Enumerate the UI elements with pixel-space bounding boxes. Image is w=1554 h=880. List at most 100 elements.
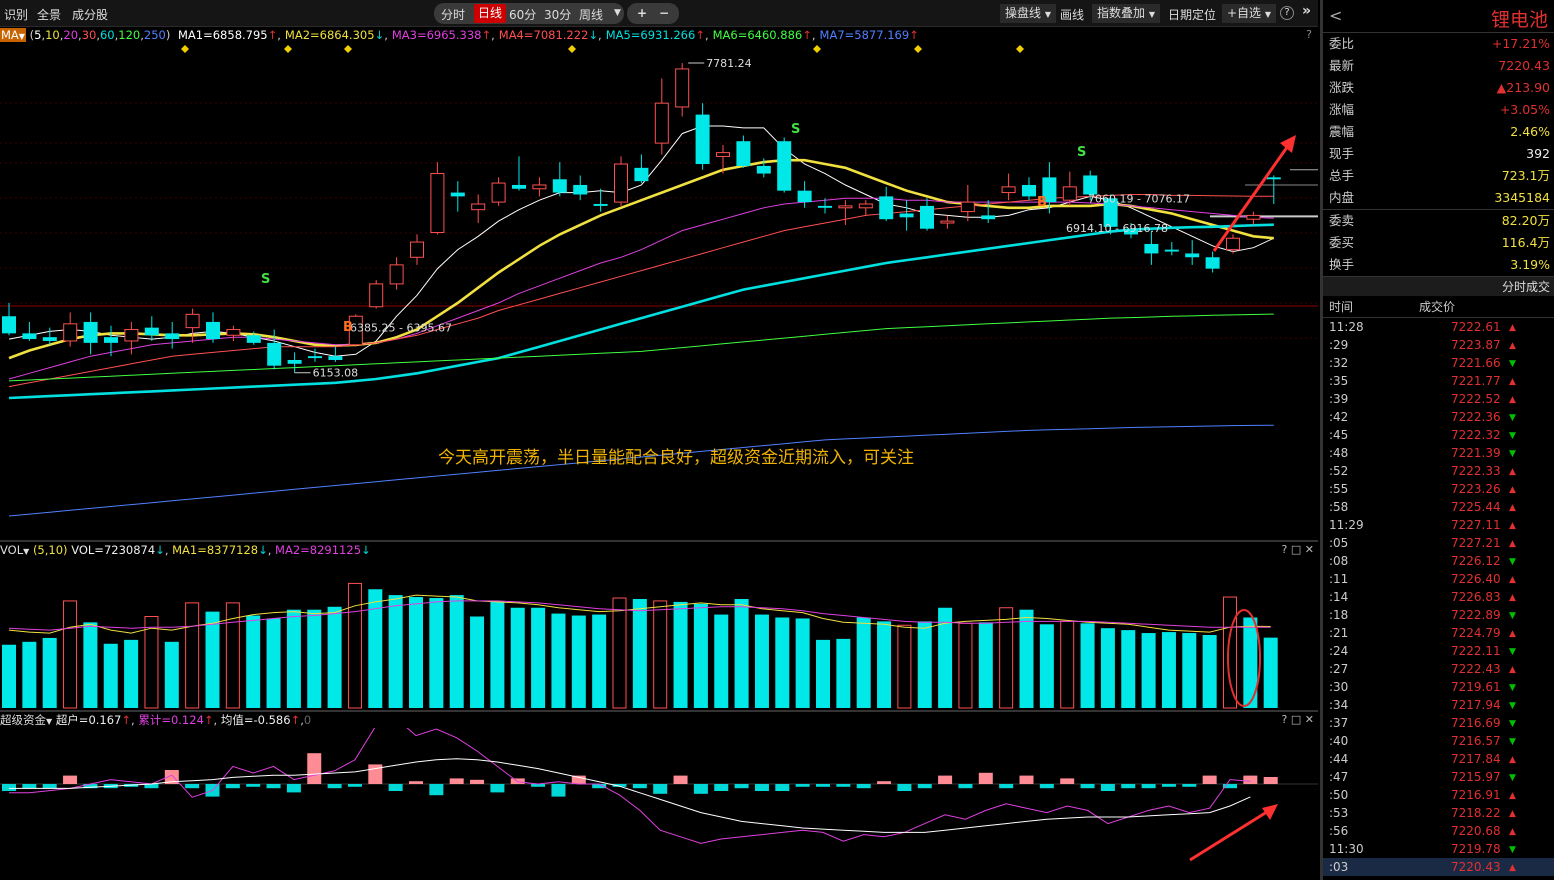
trade-row[interactable]: 11:28 7222.61 ▲ <box>1323 318 1554 336</box>
trade-row[interactable]: :55 7223.26 ▲ <box>1323 480 1554 498</box>
trade-row[interactable]: :50 7216.91 ▲ <box>1323 786 1554 804</box>
vol-ma1-text: MA1=8377128 <box>172 543 259 557</box>
trade-time: :18 <box>1329 608 1349 622</box>
candle-body-up <box>369 283 384 308</box>
down-arrow-icon: ▼ <box>1509 557 1516 567</box>
index-overlay-button[interactable]: 指数叠加 ▼ <box>1092 4 1160 23</box>
capital-bar-outflow <box>1121 784 1136 789</box>
down-arrow-icon: ▼ <box>1509 647 1516 657</box>
quote-row: 委买 116.4万 <box>1323 232 1554 254</box>
trade-time: 11:28 <box>1329 320 1364 334</box>
trade-row[interactable]: :05 7227.21 ▲ <box>1323 534 1554 552</box>
trade-row[interactable]: :58 7225.44 ▲ <box>1323 498 1554 516</box>
volume-chart[interactable] <box>0 558 1318 710</box>
ma-item-2: MA2=6864.305↓, <box>284 28 388 42</box>
volume-bar-up <box>185 602 200 709</box>
capital-bar-outflow <box>897 784 912 791</box>
tab-daily[interactable]: 日线 <box>474 4 507 23</box>
operation-line-button[interactable]: 操盘线 ▼ <box>1000 4 1056 23</box>
ma-arrow: ↑ <box>802 28 812 42</box>
back-icon[interactable]: < <box>1329 6 1342 25</box>
help-icon[interactable]: ? <box>1306 27 1312 43</box>
trade-price: 7227.11 <box>1451 518 1501 532</box>
quote-row: 现手 392 <box>1323 143 1554 165</box>
trade-row[interactable]: :18 7222.89 ▼ <box>1323 606 1554 624</box>
trade-row[interactable]: :24 7222.11 ▼ <box>1323 642 1554 660</box>
trade-row[interactable]: :48 7221.39 ▼ <box>1323 444 1554 462</box>
add-favorite-button[interactable]: +自选 ▼ <box>1222 4 1277 23</box>
recognize-button[interactable]: 识别 <box>4 6 28 23</box>
trade-row[interactable]: :44 7217.84 ▲ <box>1323 750 1554 768</box>
date-locate-button[interactable]: 日期定位 <box>1168 6 1216 23</box>
candle-body-down <box>552 179 567 193</box>
trade-time: :48 <box>1329 446 1349 460</box>
trade-row[interactable]: :37 7216.69 ▼ <box>1323 714 1554 732</box>
tab-weekly[interactable]: 周线 <box>579 6 603 23</box>
diamond-marker <box>344 45 352 53</box>
volume-bar-down <box>551 613 566 708</box>
trades-list[interactable]: 11:28 7222.61 ▲:29 7223.87 ▲:32 7221.66 ▼:35 72… <box>1323 318 1554 876</box>
vol-window-controls[interactable]: ? □ ✕ <box>1282 542 1314 558</box>
trade-row[interactable]: :40 7216.57 ▼ <box>1323 732 1554 750</box>
volume-bar-down <box>42 637 57 708</box>
candle-body-up <box>838 205 853 209</box>
indicator-tail: 0 <box>303 713 312 727</box>
up-arrow-icon: ▲ <box>1509 575 1516 585</box>
trade-row[interactable]: :03 7220.43 ▲ <box>1323 858 1554 876</box>
quote-value: 82.20万 <box>1501 213 1550 228</box>
candle-body-up <box>63 323 78 342</box>
trade-row[interactable]: :39 7222.52 ▲ <box>1323 390 1554 408</box>
fullscreen-icon[interactable]: » <box>1302 3 1311 19</box>
trade-row[interactable]: 11:29 7227.11 ▲ <box>1323 516 1554 534</box>
trade-row[interactable]: 11:30 7219.78 ▼ <box>1323 840 1554 858</box>
candle-body-down <box>879 196 894 220</box>
trade-row[interactable]: :35 7221.77 ▲ <box>1323 372 1554 390</box>
capital-bar-outflow <box>1141 784 1156 789</box>
constituents-button[interactable]: 成分股 <box>72 6 108 23</box>
quote-label: 总手 <box>1329 168 1355 183</box>
draw-line-button[interactable]: 画线 <box>1060 6 1084 23</box>
capital-bar-outflow <box>632 784 647 789</box>
trade-row[interactable]: :21 7224.79 ▲ <box>1323 624 1554 642</box>
capital-bar-outflow <box>999 784 1014 789</box>
trade-time: 11:29 <box>1329 518 1364 532</box>
trade-row[interactable]: :47 7215.97 ▼ <box>1323 768 1554 786</box>
trade-row[interactable]: :29 7223.87 ▲ <box>1323 336 1554 354</box>
zoom-out-button[interactable]: − <box>659 6 669 20</box>
trade-price: 7224.79 <box>1451 626 1501 640</box>
volume-bar-down <box>856 617 871 708</box>
tab-intraday[interactable]: 分时 <box>441 6 465 23</box>
super-capital-header: 超级资金▼ 超户=0.167↑, 累计=0.124↑, 均值=-0.586↑,0… <box>0 710 1318 728</box>
trade-row[interactable]: :32 7221.66 ▼ <box>1323 354 1554 372</box>
trade-row[interactable]: :08 7226.12 ▼ <box>1323 552 1554 570</box>
trade-row[interactable]: :11 7226.40 ▲ <box>1323 570 1554 588</box>
quote-label: 委买 <box>1329 235 1355 250</box>
quote-list: 委比 +17.21% 最新 7220.43 涨跌 ▲213.90 涨幅 +3.05% 震幅 2.4… <box>1323 33 1554 276</box>
trade-row[interactable]: :45 7222.32 ▼ <box>1323 426 1554 444</box>
volume-bar-down <box>327 606 342 708</box>
panorama-button[interactable]: 全景 <box>37 6 61 23</box>
tab-30min[interactable]: 30分 <box>544 6 571 23</box>
super-capital-chart[interactable] <box>0 728 1318 880</box>
volume-bar-down <box>592 614 607 708</box>
trade-row[interactable]: :30 7219.61 ▼ <box>1323 678 1554 696</box>
volume-bar-up <box>612 597 627 709</box>
trade-row[interactable]: :34 7217.94 ▼ <box>1323 696 1554 714</box>
trade-row[interactable]: :52 7222.33 ▲ <box>1323 462 1554 480</box>
trade-row[interactable]: :27 7222.43 ▲ <box>1323 660 1554 678</box>
help-icon[interactable]: ? <box>1280 6 1294 20</box>
zoom-in-button[interactable]: + <box>637 6 647 20</box>
period-dropdown-icon[interactable]: ▼ <box>614 8 621 18</box>
capital-bar-inflow <box>673 775 688 784</box>
indicator-selector[interactable]: 超级资金▼ <box>0 713 52 727</box>
vol-selector[interactable]: VOL▼ <box>0 543 29 557</box>
trade-row[interactable]: :42 7222.36 ▼ <box>1323 408 1554 426</box>
indicator-window-controls[interactable]: ? □ ✕ <box>1282 712 1314 728</box>
trade-price: 7217.84 <box>1451 752 1501 766</box>
trade-price: 7222.33 <box>1451 464 1501 478</box>
trade-row[interactable]: :53 7218.22 ▲ <box>1323 804 1554 822</box>
trade-row[interactable]: :14 7226.83 ▲ <box>1323 588 1554 606</box>
tab-60min[interactable]: 60分 <box>509 6 536 23</box>
trade-row[interactable]: :56 7220.68 ▲ <box>1323 822 1554 840</box>
ma-selector[interactable]: MA▼ <box>0 28 26 42</box>
